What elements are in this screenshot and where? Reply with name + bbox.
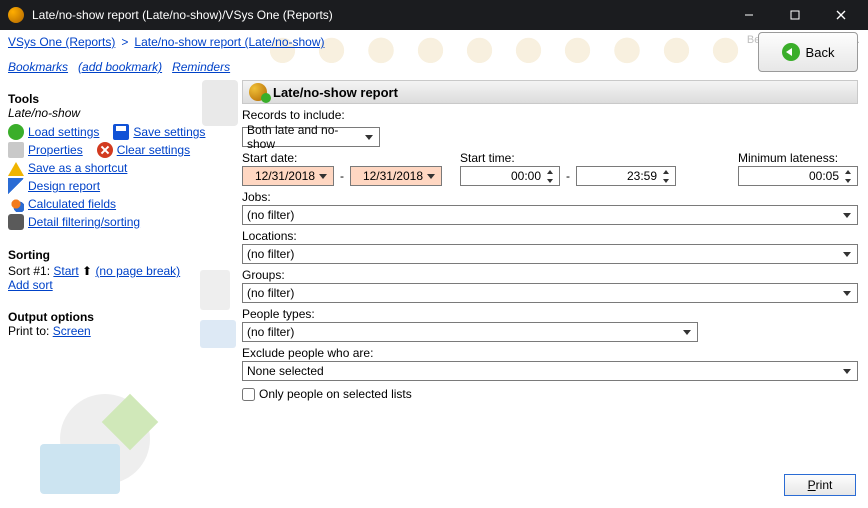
people-types-label: People types: xyxy=(242,307,858,321)
window-title: Late/no-show report (Late/no-show)/VSys … xyxy=(32,8,726,22)
filter-icon xyxy=(8,214,24,230)
back-arrow-icon xyxy=(782,43,800,61)
jobs-combo[interactable]: (no filter) xyxy=(242,205,858,225)
clear-settings-link[interactable]: Clear settings xyxy=(117,143,190,157)
start-time-to[interactable]: 23:59 xyxy=(576,166,676,186)
output-prefix: Print to: xyxy=(8,324,53,338)
exclude-label: Exclude people who are: xyxy=(242,346,858,360)
add-bookmark-link[interactable]: (add bookmark) xyxy=(78,60,162,74)
sort-start-link[interactable]: Start xyxy=(53,264,78,278)
print-button[interactable]: Print xyxy=(784,474,856,496)
breadcrumb-root[interactable]: VSys One (Reports) xyxy=(8,35,115,49)
printer-ghost-icon xyxy=(200,320,236,348)
left-panel: Tools Late/no-show Load settings Save se… xyxy=(0,80,242,508)
print-label-rest: rint xyxy=(816,478,833,492)
section-header: Late/no-show report xyxy=(242,80,858,104)
people-types-combo[interactable]: (no filter) xyxy=(242,322,698,342)
chevron-down-icon xyxy=(423,167,439,185)
load-settings-link[interactable]: Load settings xyxy=(28,125,99,139)
chevron-down-icon xyxy=(839,284,855,302)
breadcrumb-current[interactable]: Late/no-show report (Late/no-show) xyxy=(134,35,324,49)
records-value: Both late and no-show xyxy=(247,123,362,151)
close-button[interactable] xyxy=(818,0,864,30)
only-selected-checkbox[interactable] xyxy=(242,388,255,401)
clear-icon xyxy=(97,142,113,158)
tools-heading: Tools xyxy=(8,92,234,106)
start-date-from[interactable]: 12/31/2018 xyxy=(242,166,334,186)
groups-combo[interactable]: (no filter) xyxy=(242,283,858,303)
titlebar: Late/no-show report (Late/no-show)/VSys … xyxy=(0,0,868,30)
calculated-fields-link[interactable]: Calculated fields xyxy=(28,197,116,211)
chevron-down-icon xyxy=(315,167,331,185)
calc-icon xyxy=(8,196,24,212)
clipboard-ghost-icon xyxy=(200,270,230,310)
main-panel: Late/no-show report Records to include: … xyxy=(242,80,868,508)
groups-label: Groups: xyxy=(242,268,858,282)
min-lateness-input[interactable]: 00:05 xyxy=(738,166,858,186)
tools-subtitle: Late/no-show xyxy=(8,106,234,120)
chevron-down-icon xyxy=(839,206,855,224)
minimize-button[interactable] xyxy=(726,0,772,30)
breadcrumb-sep: > xyxy=(121,35,128,49)
maximize-button[interactable] xyxy=(772,0,818,30)
chevron-down-icon xyxy=(362,128,377,146)
locations-label: Locations: xyxy=(242,229,858,243)
breadcrumb: VSys One (Reports) > Late/no-show report… xyxy=(0,30,868,54)
add-sort-link[interactable]: Add sort xyxy=(8,278,53,292)
jobs-label: Jobs: xyxy=(242,190,858,204)
chevron-down-icon xyxy=(839,362,855,380)
reminders-link[interactable]: Reminders xyxy=(172,60,230,74)
chevron-down-icon xyxy=(679,323,695,341)
sort-nobreak-link[interactable]: (no page break) xyxy=(95,264,180,278)
dash: - xyxy=(338,169,346,183)
start-time-from[interactable]: 00:00 xyxy=(460,166,560,186)
section-header-icon xyxy=(249,83,267,101)
design-report-link[interactable]: Design report xyxy=(28,179,100,193)
save-icon xyxy=(113,124,129,140)
bookmarks-link[interactable]: Bookmarks xyxy=(8,60,68,74)
section-title: Late/no-show report xyxy=(273,85,398,100)
start-date-label: Start date: xyxy=(242,151,442,165)
properties-icon xyxy=(8,142,24,158)
report-logo-icon xyxy=(40,394,180,504)
chevron-down-icon xyxy=(839,245,855,263)
exclude-combo[interactable]: None selected xyxy=(242,361,858,381)
only-selected-label: Only people on selected lists xyxy=(259,387,412,401)
start-date-to[interactable]: 12/31/2018 xyxy=(350,166,442,186)
design-icon xyxy=(8,178,24,194)
bookmarks-bar: Bookmarks (add bookmark) Reminders xyxy=(0,54,868,80)
back-button[interactable]: Back xyxy=(758,32,858,72)
start-time-label: Start time: xyxy=(460,151,676,165)
dash: - xyxy=(564,169,572,183)
load-icon xyxy=(8,124,24,140)
save-settings-link[interactable]: Save settings xyxy=(133,125,205,139)
sort-prefix: Sort #1: xyxy=(8,264,53,278)
properties-link[interactable]: Properties xyxy=(28,143,83,157)
clipboard-icon xyxy=(202,80,238,126)
locations-combo[interactable]: (no filter) xyxy=(242,244,858,264)
detail-filtering-link[interactable]: Detail filtering/sorting xyxy=(28,215,140,229)
records-label: Records to include: xyxy=(242,108,858,122)
back-label: Back xyxy=(806,45,835,60)
records-combo[interactable]: Both late and no-show xyxy=(242,127,380,147)
save-shortcut-link[interactable]: Save as a shortcut xyxy=(28,161,127,175)
sorting-heading: Sorting xyxy=(8,248,234,262)
output-target-link[interactable]: Screen xyxy=(53,324,91,338)
shortcut-icon xyxy=(8,160,24,176)
min-lateness-label: Minimum lateness: xyxy=(738,151,858,165)
app-icon xyxy=(8,7,24,23)
